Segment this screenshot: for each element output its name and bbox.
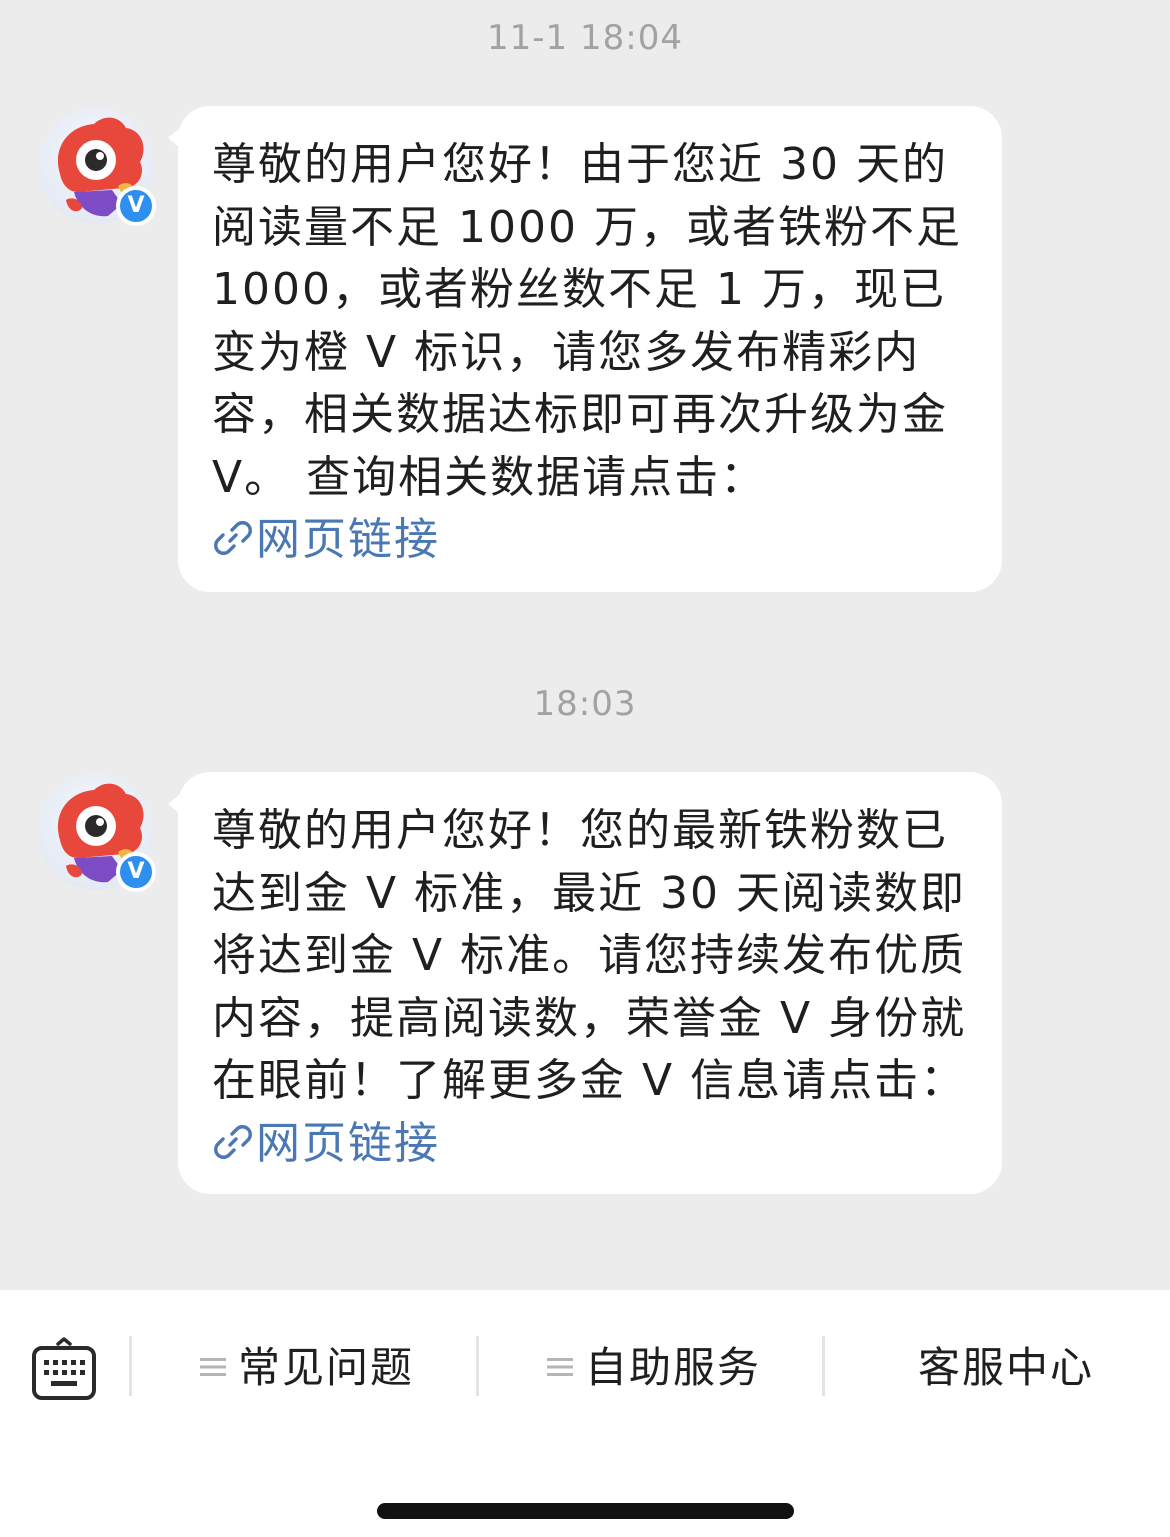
customer-service-label: 客服中心: [918, 1343, 1095, 1392]
verified-badge: V: [116, 186, 156, 226]
chat-area: 11-1 18:04 V 尊敬的用户您好！由于您近 30 天的阅读量不足 100…: [0, 0, 1170, 1290]
message-bubble: 尊敬的用户您好！由于您近 30 天的阅读量不足 1000 万，或者铁粉不足 10…: [168, 106, 1002, 592]
message-timestamp: 11-1 18:04: [487, 18, 683, 58]
self-service-menu-button[interactable]: 自助服务: [547, 1338, 761, 1398]
menu-icon: [547, 1357, 573, 1376]
bottom-toolbar: [0, 1290, 1170, 1537]
message-text: 尊敬的用户您好！您的最新铁粉数已达到金 V 标准，最近 30 天阅读数即将达到金…: [212, 805, 967, 1106]
message-bubble: 尊敬的用户您好！您的最新铁粉数已达到金 V 标准，最近 30 天阅读数即将达到金…: [168, 772, 1002, 1194]
web-link[interactable]: 网页链接: [212, 1118, 440, 1169]
link-icon: [214, 521, 252, 555]
keyboard-icon: [32, 1337, 96, 1400]
self-service-menu-label: 自助服务: [585, 1343, 762, 1392]
message-text: 尊敬的用户您好！由于您近 30 天的阅读量不足 1000 万，或者铁粉不足 10…: [212, 139, 962, 503]
faq-menu-label: 常见问题: [238, 1343, 415, 1392]
toolbar-divider: [476, 1336, 479, 1396]
sender-avatar[interactable]: V: [38, 108, 156, 226]
home-indicator[interactable]: [377, 1503, 794, 1519]
customer-service-button[interactable]: 客服中心: [918, 1338, 1094, 1398]
toolbar-divider: [822, 1336, 825, 1396]
web-link-label: 网页链接: [256, 514, 440, 565]
message-timestamp: 18:03: [533, 684, 637, 724]
web-link-label: 网页链接: [256, 1117, 440, 1169]
link-icon: [214, 1124, 252, 1159]
sender-avatar[interactable]: V: [38, 774, 156, 892]
faq-menu-button[interactable]: 常见问题: [200, 1338, 414, 1398]
web-link[interactable]: 网页链接: [212, 514, 440, 565]
verified-badge: V: [116, 852, 156, 892]
keyboard-toggle-button[interactable]: [31, 1336, 97, 1402]
menu-icon: [200, 1357, 226, 1376]
toolbar-divider: [129, 1336, 132, 1396]
